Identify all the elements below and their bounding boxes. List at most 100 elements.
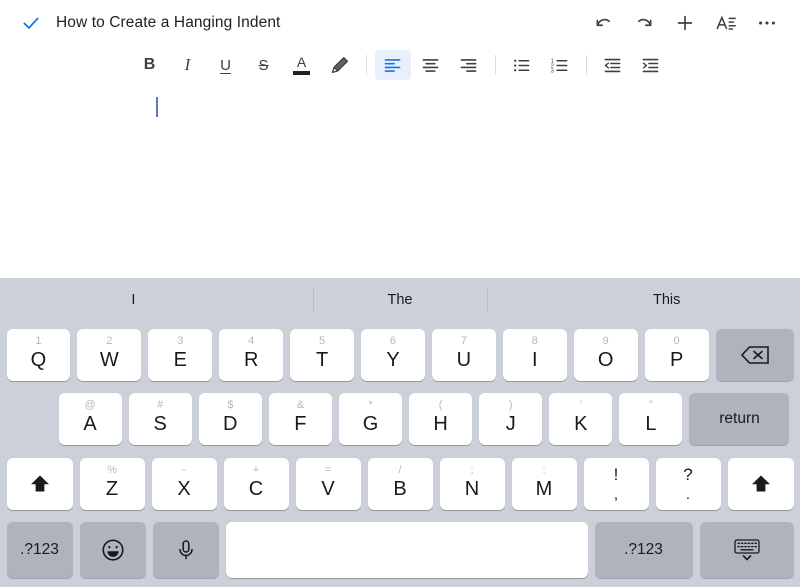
key-return[interactable]: return xyxy=(689,393,789,445)
keyboard-row-2: @ A # S $ D & F * G ( H ) J ' K xyxy=(0,386,800,452)
numbered-list-button[interactable]: 1 2 3 xyxy=(542,50,578,80)
key-f-sub: & xyxy=(297,400,304,411)
text-format-icon xyxy=(715,12,737,34)
key-w-sub: 2 xyxy=(106,336,112,347)
key-i-sub: 8 xyxy=(532,336,538,347)
key-b[interactable]: / B xyxy=(368,458,433,510)
key-microphone[interactable] xyxy=(153,522,219,578)
emoji-icon xyxy=(100,537,126,563)
key-f[interactable]: & F xyxy=(269,393,332,445)
confirm-check-icon[interactable] xyxy=(18,10,44,36)
increase-indent-icon xyxy=(641,56,660,75)
key-r[interactable]: 4 R xyxy=(219,329,283,381)
decrease-indent-button[interactable] xyxy=(595,50,631,80)
key-a-label: A xyxy=(83,414,96,434)
redo-button[interactable] xyxy=(629,8,659,38)
key-question-period-labels: ? . xyxy=(683,466,692,502)
align-right-button[interactable] xyxy=(451,50,487,80)
key-i-label: I xyxy=(532,350,538,370)
key-z-sub: % xyxy=(107,465,117,476)
key-z[interactable]: % Z xyxy=(80,458,145,510)
document-header: How to Create a Hanging Indent xyxy=(0,0,800,46)
key-l-label: L xyxy=(645,414,656,434)
align-center-icon xyxy=(421,56,440,75)
prediction-item-2[interactable]: The xyxy=(267,292,534,308)
key-f-label: F xyxy=(294,414,306,434)
key-comma-label: , xyxy=(614,487,618,502)
key-u-sub: 7 xyxy=(461,336,467,347)
key-u[interactable]: 7 U xyxy=(432,329,496,381)
onscreen-keyboard: I The This 1 Q 2 W 3 E 4 R 5 T 6 Y xyxy=(0,278,800,587)
key-i[interactable]: 8 I xyxy=(503,329,567,381)
key-s-sub: # xyxy=(157,400,163,411)
key-a[interactable]: @ A xyxy=(59,393,122,445)
bold-button[interactable]: B xyxy=(132,50,168,80)
key-e[interactable]: 3 E xyxy=(148,329,212,381)
prediction-divider-2 xyxy=(487,287,488,313)
key-numeric-right[interactable]: .?123 xyxy=(595,522,693,578)
key-x[interactable]: - X xyxy=(152,458,217,510)
key-space[interactable] xyxy=(226,522,588,578)
key-j[interactable]: ) J xyxy=(479,393,542,445)
page-title[interactable]: How to Create a Hanging Indent xyxy=(56,14,280,32)
key-shift-left[interactable] xyxy=(7,458,73,510)
keyboard-row-4: .?123 xyxy=(0,516,800,584)
text-color-button[interactable]: A xyxy=(284,50,320,80)
key-t[interactable]: 5 T xyxy=(290,329,354,381)
key-question-period[interactable]: ? . xyxy=(656,458,721,510)
italic-button[interactable]: I xyxy=(170,50,206,80)
increase-indent-button[interactable] xyxy=(633,50,669,80)
insert-button[interactable] xyxy=(670,8,700,38)
document-body[interactable] xyxy=(0,84,800,278)
key-r-label: R xyxy=(244,350,258,370)
key-g-sub: * xyxy=(368,400,372,411)
prediction-item-1[interactable]: I xyxy=(0,292,267,308)
key-m-label: M xyxy=(536,479,553,499)
bulleted-list-button[interactable] xyxy=(504,50,540,80)
key-shift-right[interactable] xyxy=(728,458,794,510)
key-p[interactable]: 0 P xyxy=(645,329,709,381)
header-actions xyxy=(588,8,782,38)
key-w[interactable]: 2 W xyxy=(77,329,141,381)
redo-icon xyxy=(634,13,655,34)
key-k[interactable]: ' K xyxy=(549,393,612,445)
key-l[interactable]: " L xyxy=(619,393,682,445)
prediction-item-3[interactable]: This xyxy=(533,292,800,308)
key-v[interactable]: = V xyxy=(296,458,361,510)
underline-button[interactable]: U xyxy=(208,50,244,80)
key-m[interactable]: : M xyxy=(512,458,577,510)
key-backspace[interactable] xyxy=(716,329,794,381)
key-emoji[interactable] xyxy=(80,522,146,578)
text-format-button[interactable] xyxy=(711,8,741,38)
microphone-icon xyxy=(174,538,198,562)
key-y[interactable]: 6 Y xyxy=(361,329,425,381)
key-exclamation-comma[interactable]: ! , xyxy=(584,458,649,510)
key-c[interactable]: + C xyxy=(224,458,289,510)
highlight-button[interactable] xyxy=(322,50,358,80)
key-n[interactable]: ; N xyxy=(440,458,505,510)
key-z-label: Z xyxy=(106,479,118,499)
key-g[interactable]: * G xyxy=(339,393,402,445)
key-o-label: O xyxy=(598,350,614,370)
key-d[interactable]: $ D xyxy=(199,393,262,445)
align-center-button[interactable] xyxy=(413,50,449,80)
key-numeric-left[interactable]: .?123 xyxy=(7,522,73,578)
toolbar-divider-2 xyxy=(495,55,496,75)
strikethrough-button[interactable]: S xyxy=(246,50,282,80)
more-options-button[interactable] xyxy=(752,8,782,38)
key-m-sub: : xyxy=(542,465,545,476)
key-w-label: W xyxy=(100,350,119,370)
key-v-sub: = xyxy=(325,465,331,476)
text-color-icon: A xyxy=(293,55,310,75)
key-q[interactable]: 1 Q xyxy=(7,329,71,381)
undo-icon xyxy=(593,13,614,34)
key-k-sub: ' xyxy=(580,400,582,411)
undo-button[interactable] xyxy=(588,8,618,38)
key-h[interactable]: ( H xyxy=(409,393,472,445)
align-left-button[interactable] xyxy=(375,50,411,80)
key-t-sub: 5 xyxy=(319,336,325,347)
key-s[interactable]: # S xyxy=(129,393,192,445)
numbered-list-icon: 1 2 3 xyxy=(550,56,569,75)
key-hide-keyboard[interactable] xyxy=(700,522,794,578)
key-o[interactable]: 9 O xyxy=(574,329,638,381)
